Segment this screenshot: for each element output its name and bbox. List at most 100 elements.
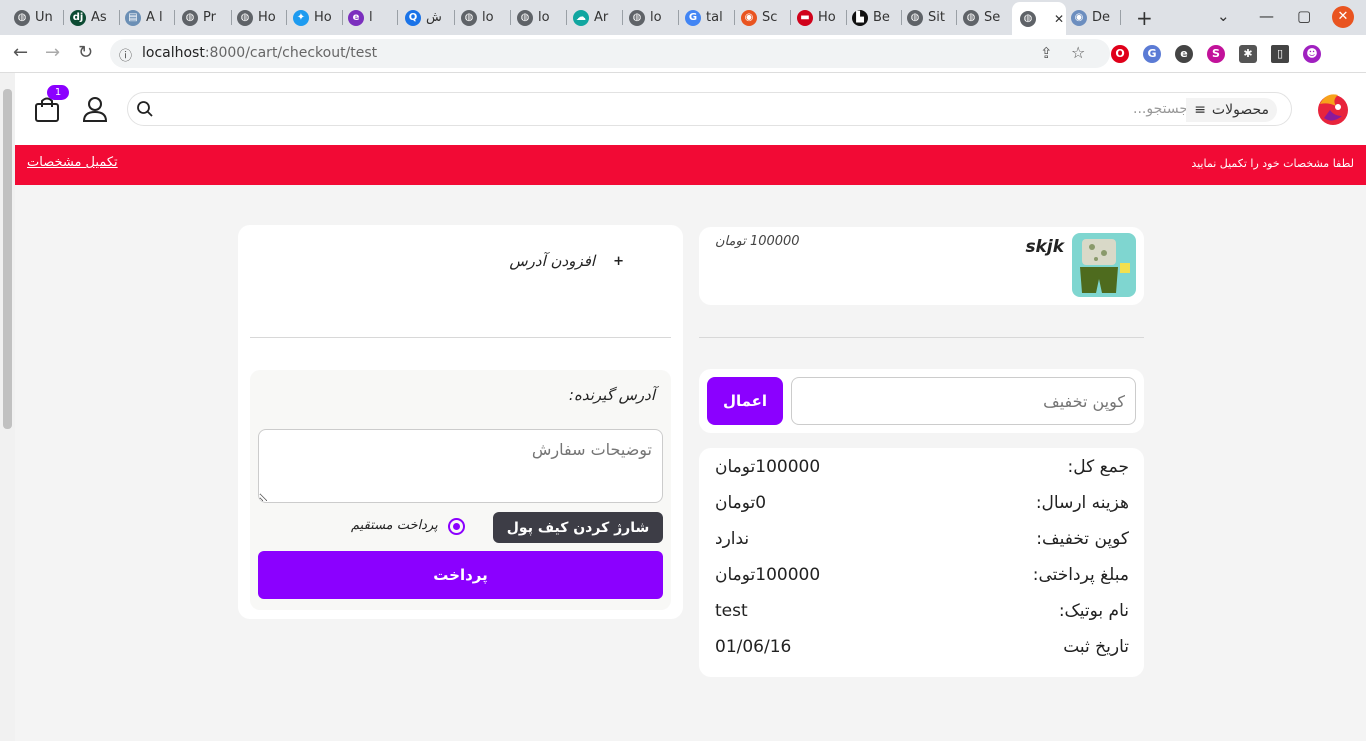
e-icon: e	[348, 9, 364, 26]
browser-tab[interactable]: ◍ Se	[963, 5, 1013, 30]
browser-tab[interactable]: eا	[348, 5, 398, 30]
browser-tab[interactable]: ◉ De	[1071, 5, 1121, 30]
summary-row: هزینه ارسال: 0تومان	[715, 493, 1129, 523]
search-icon[interactable]	[136, 100, 154, 118]
add-address-label: افزودن آدرس	[509, 252, 596, 270]
extensions-puzzle-icon[interactable]: ✱	[1239, 45, 1257, 63]
maximize-icon[interactable]: ▢	[1297, 7, 1311, 25]
browser-tab[interactable]: ☁ Ar	[573, 5, 623, 30]
summary-row: کوپن تخفیف: ندارد	[715, 529, 1129, 559]
stylish-extension-icon[interactable]: S	[1207, 45, 1225, 63]
apply-coupon-button[interactable]: اعمال	[707, 377, 783, 425]
address-card: + افزودن آدرس آدرس گیرنده: پرداخت مستقیم…	[238, 225, 683, 619]
browser-tab[interactable]: dj As	[70, 5, 120, 30]
reload-icon[interactable]: ↻	[78, 42, 93, 63]
scrollbar-thumb[interactable]	[3, 89, 12, 429]
browser-tab[interactable]: ◍ Un	[14, 5, 64, 30]
pay-button[interactable]: پرداخت	[258, 551, 663, 599]
site-header: ≡ محصولات 1	[15, 73, 1366, 145]
summary-key: هزینه ارسال:	[1035, 493, 1129, 513]
summary-row: نام بوتیک: test	[715, 601, 1129, 631]
page-scrollbar[interactable]	[0, 73, 15, 741]
tab-search-icon[interactable]: ⌄	[1217, 7, 1230, 25]
tab-title: Sc	[762, 10, 778, 25]
summary-row: تاریخ ثبت 01/06/16	[715, 637, 1129, 667]
summary-value: test	[715, 601, 748, 621]
product-image[interactable]	[1072, 233, 1136, 297]
extension-icon[interactable]: e	[1175, 45, 1193, 63]
translate-extension-icon[interactable]: G	[1143, 45, 1161, 63]
share-icon[interactable]: ⇪	[1040, 44, 1053, 62]
tab-separator	[231, 10, 232, 25]
tab-title: Be	[873, 10, 890, 25]
summary-value: ندارد	[715, 529, 750, 549]
browser-tab[interactable]: ✦ Ho	[293, 5, 343, 30]
coupon-card: اعمال	[699, 369, 1144, 433]
tab-title: As	[91, 10, 107, 25]
search-input[interactable]	[168, 97, 1188, 121]
globe-icon: ◍	[517, 9, 533, 26]
products-menu-button[interactable]: ≡ محصولات	[1186, 98, 1277, 122]
direct-payment-label[interactable]: پرداخت مستقیم	[351, 518, 438, 533]
browser-tab[interactable]: ▙ Be	[852, 5, 902, 30]
site-logo[interactable]	[1312, 90, 1350, 128]
tab-separator	[846, 10, 847, 25]
cart-item-name[interactable]: skjk	[1025, 237, 1064, 257]
plus-icon: +	[613, 253, 624, 269]
summary-row: مبلغ پرداختی: 100000تومان	[715, 565, 1129, 595]
opera-extension-icon[interactable]: O	[1111, 45, 1129, 63]
browser-tab[interactable]: ▬ Ho	[797, 5, 847, 30]
minimize-icon[interactable]: —	[1259, 7, 1274, 25]
summary-value: 100000تومان	[715, 565, 821, 585]
browser-tab[interactable]: Qش	[405, 5, 455, 30]
close-window-icon[interactable]: ✕	[1332, 6, 1354, 28]
dbdiagram-icon: ▤	[125, 9, 141, 26]
order-notes-textarea[interactable]	[258, 429, 663, 503]
bookmark-star-icon[interactable]: ☆	[1071, 43, 1085, 62]
complete-profile-link[interactable]: تکمیل مشخصات	[27, 155, 118, 170]
tab-separator	[454, 10, 455, 25]
new-tab-button[interactable]: +	[1136, 6, 1153, 30]
cart-item-price: 100000 تومان	[715, 234, 800, 249]
url-host: localhost	[142, 45, 205, 61]
order-summary-card: جمع کل: 100000تومان هزینه ارسال: 0تومان کوپن…	[699, 448, 1144, 677]
tab-separator	[678, 10, 679, 25]
direct-payment-radio[interactable]	[448, 518, 465, 535]
side-panel-icon[interactable]: ▯	[1271, 45, 1289, 63]
browser-tab[interactable]: ◍ lo	[517, 5, 567, 30]
summary-value: 01/06/16	[715, 637, 792, 657]
globe-icon: ◍	[461, 9, 477, 26]
tab-separator	[119, 10, 120, 25]
divider	[250, 337, 671, 338]
back-icon[interactable]: ←	[13, 42, 28, 63]
browser-tab[interactable]: ◍ lo	[629, 5, 679, 30]
forward-icon[interactable]: →	[45, 42, 60, 63]
profile-avatar[interactable]: ☻	[1303, 45, 1321, 63]
recipient-section: آدرس گیرنده: پرداخت مستقیم شارژ کردن کیف…	[250, 370, 671, 610]
user-icon[interactable]	[81, 95, 109, 123]
tab-separator	[734, 10, 735, 25]
coupon-input[interactable]	[791, 377, 1136, 425]
browser-tab[interactable]: ◍ Ho	[237, 5, 287, 30]
browser-tab-strip: ◍ Un dj As ▤ A l ◍ Pr ◍ Ho ✦ Ho e ا Q ش ◍ lo ◍ lo ☁ Ar ◍ lo Gtal…	[0, 0, 1366, 35]
menu-icon: ≡	[1194, 102, 1206, 118]
info-icon[interactable]: ⓘ	[119, 45, 132, 64]
browser-tab[interactable]: ◍ ✕	[1012, 2, 1066, 35]
browser-tab[interactable]: ◍ Sit	[907, 5, 957, 30]
tab-title: Sit	[928, 10, 945, 25]
radio-selected-dot	[453, 523, 460, 530]
cart-count-badge: 1	[47, 85, 69, 100]
address-bar[interactable]: ⓘ localhost:8000/cart/checkout/test	[110, 39, 1110, 68]
summary-value: 0تومان	[715, 493, 767, 513]
close-tab-icon[interactable]: ✕	[1054, 12, 1064, 26]
browser-tab[interactable]: ◉ Sc	[741, 5, 791, 30]
browser-tab[interactable]: Gtal	[685, 5, 735, 30]
add-address-button[interactable]: + افزودن آدرس	[509, 252, 624, 270]
search-bar: ≡ محصولات	[127, 92, 1292, 126]
browser-tab[interactable]: ◍ lo	[461, 5, 511, 30]
charge-wallet-button[interactable]: شارژ کردن کیف پول	[493, 512, 663, 543]
eye-icon: ◉	[1071, 9, 1087, 26]
browser-tab[interactable]: ◍ Pr	[182, 5, 232, 30]
browser-tab[interactable]: ▤ A l	[125, 5, 175, 30]
tab-separator	[510, 10, 511, 25]
